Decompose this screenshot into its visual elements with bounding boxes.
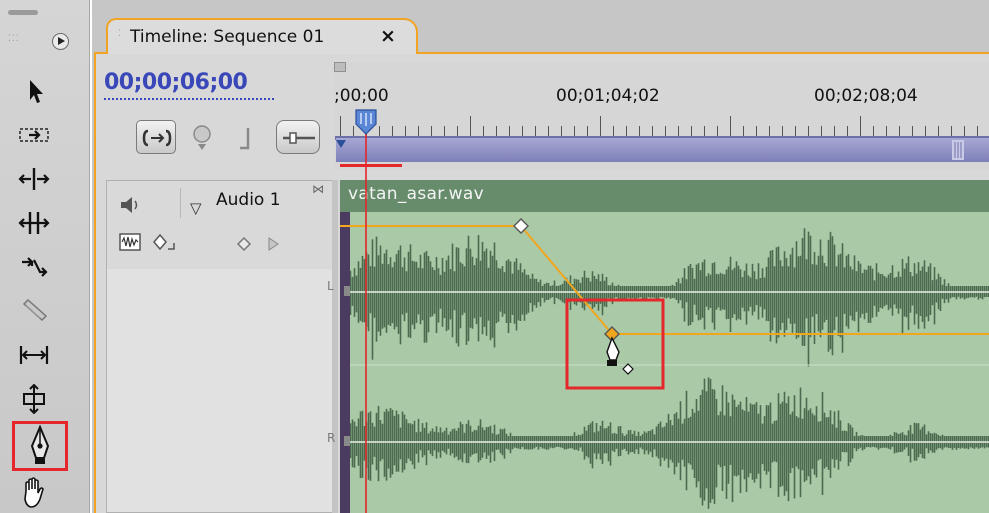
collapse-triangle-icon[interactable]: ▽ — [190, 199, 202, 217]
timeline-tab-title: Timeline: Sequence 01 — [130, 27, 325, 47]
ruler-label-2: 00;02;08;04 — [814, 86, 918, 106]
rolling-edit-tool[interactable] — [12, 206, 56, 240]
hand-tool-icon — [24, 477, 44, 508]
track-name: Audio 1 — [216, 190, 281, 210]
clip-name: vatan_asar.wav — [348, 184, 484, 204]
track-lock-toggle[interactable] — [150, 188, 181, 218]
display-style-icon[interactable] — [118, 232, 142, 252]
show-keyframes-icon[interactable] — [152, 232, 182, 254]
slip-tool-icon — [19, 346, 49, 364]
render-indicator — [340, 164, 402, 167]
pen-tool[interactable] — [12, 421, 68, 471]
next-keyframe-icon[interactable] — [266, 236, 280, 252]
clip-in-point-edge[interactable] — [340, 212, 350, 513]
waveform-channel-left — [350, 228, 989, 367]
channel-label-right: R — [327, 431, 336, 445]
add-keyframe-icon[interactable] — [236, 236, 252, 252]
slide-tool-icon — [23, 384, 45, 414]
ruler-label-1: 00;01;04;02 — [556, 86, 660, 106]
razor-tool-icon — [22, 298, 48, 322]
ruler-scroll-handle[interactable] — [334, 62, 346, 72]
slip-tool[interactable] — [12, 338, 56, 372]
ruler-ticks — [340, 116, 978, 138]
set-marker-button[interactable] — [184, 120, 220, 154]
track-header — [106, 180, 338, 513]
track-resize-icon[interactable]: ⋈ — [312, 182, 324, 196]
tools-panel: ⁚⁚⁚ — [0, 0, 90, 513]
speaker-icon[interactable] — [118, 194, 142, 216]
razor-tool[interactable] — [12, 294, 56, 328]
snap-button[interactable] — [136, 120, 176, 154]
channel-label-left: L — [327, 279, 334, 293]
zoom-icon — [283, 132, 315, 144]
track-select-tool-icon — [19, 128, 49, 142]
work-area-bar[interactable] — [336, 138, 989, 162]
selection-tool[interactable] — [12, 74, 56, 108]
timecode-underline — [104, 98, 274, 100]
track-header-divider[interactable] — [332, 180, 338, 513]
rate-stretch-tool-icon — [22, 257, 48, 277]
tools-panel-header: ⁚⁚⁚ — [6, 30, 74, 54]
ruler-label-0: ;00;00 — [334, 86, 389, 106]
panel-grip[interactable] — [8, 10, 38, 15]
bracket-icon — [240, 128, 250, 150]
zoom-slider-button[interactable] — [276, 120, 320, 154]
waveform-channel-right — [350, 377, 989, 509]
snap-icon — [142, 129, 172, 147]
rolling-edit-tool-icon — [18, 212, 50, 234]
timeline-tab[interactable]: ⁚ Timeline: Sequence 01 × — [106, 18, 418, 54]
panel-menu-button[interactable] — [52, 33, 69, 50]
close-tab-button[interactable]: × — [380, 25, 396, 47]
ripple-edit-tool[interactable] — [12, 162, 56, 196]
track-select-tool[interactable] — [12, 118, 56, 152]
tab-grip-icon: ⁚ — [118, 29, 121, 39]
ripple-edit-tool-icon — [18, 168, 50, 190]
rate-stretch-tool[interactable] — [12, 250, 56, 284]
pen-tool-icon — [30, 424, 50, 464]
hand-tool[interactable] — [12, 473, 56, 508]
current-timecode[interactable]: 00;00;06;00 — [104, 70, 248, 95]
set-in-out-button[interactable] — [228, 120, 262, 154]
panel-tab-grip-icon: ⁚⁚⁚ — [8, 34, 20, 44]
marker-icon — [193, 125, 211, 150]
selection-tool-icon — [30, 80, 43, 103]
audio-waveform — [350, 228, 989, 509]
slide-tool[interactable] — [12, 382, 56, 416]
